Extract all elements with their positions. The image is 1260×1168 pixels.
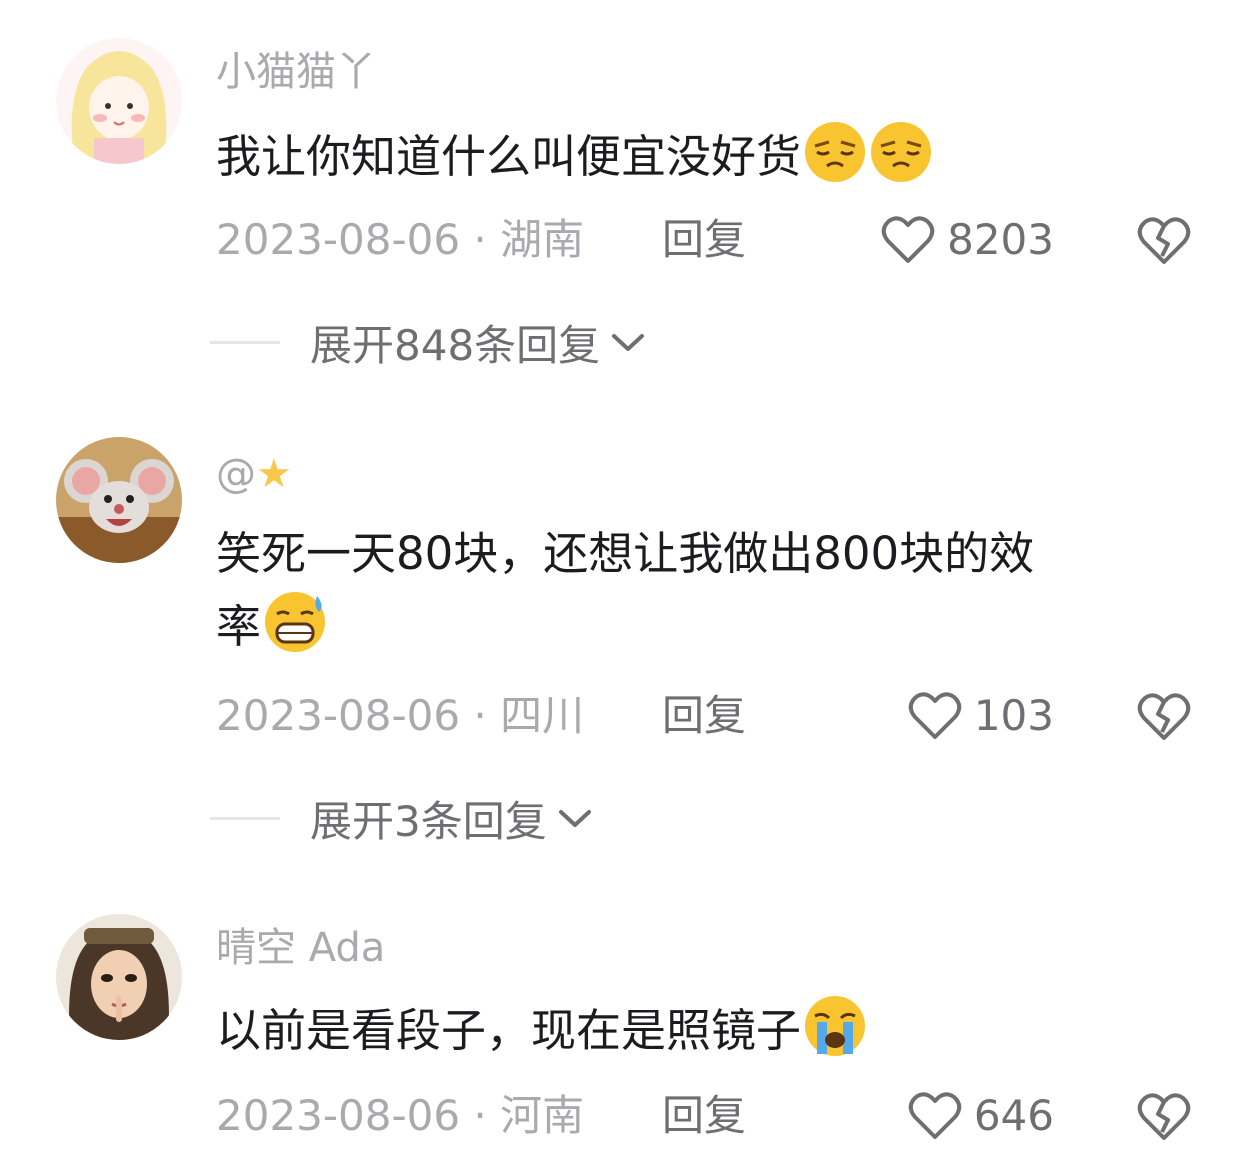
heart-icon [908,1092,962,1139]
like-button[interactable]: 8203 [881,212,1054,268]
username[interactable]: 晴空 Ada [216,924,385,972]
like-button[interactable]: 646 [908,1088,1054,1144]
dislike-button[interactable] [1136,692,1192,756]
comment-meta: 2023-08-06 · 四川 回复 103 [216,688,1260,744]
divider [210,340,280,344]
avatar[interactable] [56,38,182,164]
expand-replies-button[interactable]: 展开848条回复 [210,314,646,370]
reply-button[interactable]: 回复 [662,212,746,268]
dislike-button[interactable] [1136,216,1192,280]
expand-replies-label: 展开848条回复 [310,320,601,370]
comment-meta: 2023-08-06 · 河南 回复 646 [216,1088,1260,1144]
avatar[interactable] [56,914,182,1040]
comment-text: 以前是看段子，现在是照镜子 [216,994,1176,1067]
expand-replies-button[interactable]: 展开3条回复 [210,790,593,846]
chevron-down-icon [612,334,645,351]
loudly-crying-face-emoji [805,996,866,1056]
star-icon: ★ [256,451,292,497]
chevron-down-icon [558,810,591,827]
username[interactable]: 小猫猫丫 [216,48,376,96]
date-location: 2023-08-06 · 湖南 [216,215,585,264]
broken-heart-icon [1137,1093,1191,1140]
comment-text-line: 笑死一天80块，还想让我做出800块的效 [216,527,1035,580]
like-count: 103 [973,691,1054,740]
expand-replies-label: 展开3条回复 [310,796,547,846]
comment-meta: 2023-08-06 · 湖南 回复 8203 [216,212,1260,268]
unamused-face-emoji [805,122,866,182]
divider [210,816,280,820]
dislike-button[interactable] [1136,1092,1192,1156]
like-count: 646 [973,1091,1054,1140]
comment-text-line-wrap: 率 [216,590,1176,663]
broken-heart-icon [1137,217,1191,264]
reply-button[interactable]: 回复 [662,688,746,744]
avatar[interactable] [56,437,182,563]
grinning-sweat-emoji [265,592,326,652]
username-text: @ [216,451,256,497]
reply-button[interactable]: 回复 [662,1088,746,1144]
unamused-face-emoji [871,122,932,182]
date-location: 2023-08-06 · 河南 [216,1091,585,1140]
broken-heart-icon [1137,693,1191,740]
date-location: 2023-08-06 · 四川 [216,691,585,740]
comment-text-line: 率 [216,600,262,653]
comment-text-content: 以前是看段子，现在是照镜子 [216,1004,802,1057]
heart-icon [881,216,935,263]
comment-text: 笑死一天80块，还想让我做出800块的效 率 [216,518,1176,663]
like-button[interactable]: 103 [908,688,1054,744]
heart-icon [908,692,962,739]
comment-text-content: 我让你知道什么叫便宜没好货 [216,130,802,183]
comment-text: 我让你知道什么叫便宜没好货 [216,120,1176,193]
like-count: 8203 [947,215,1054,264]
username[interactable]: @★ [216,450,292,498]
